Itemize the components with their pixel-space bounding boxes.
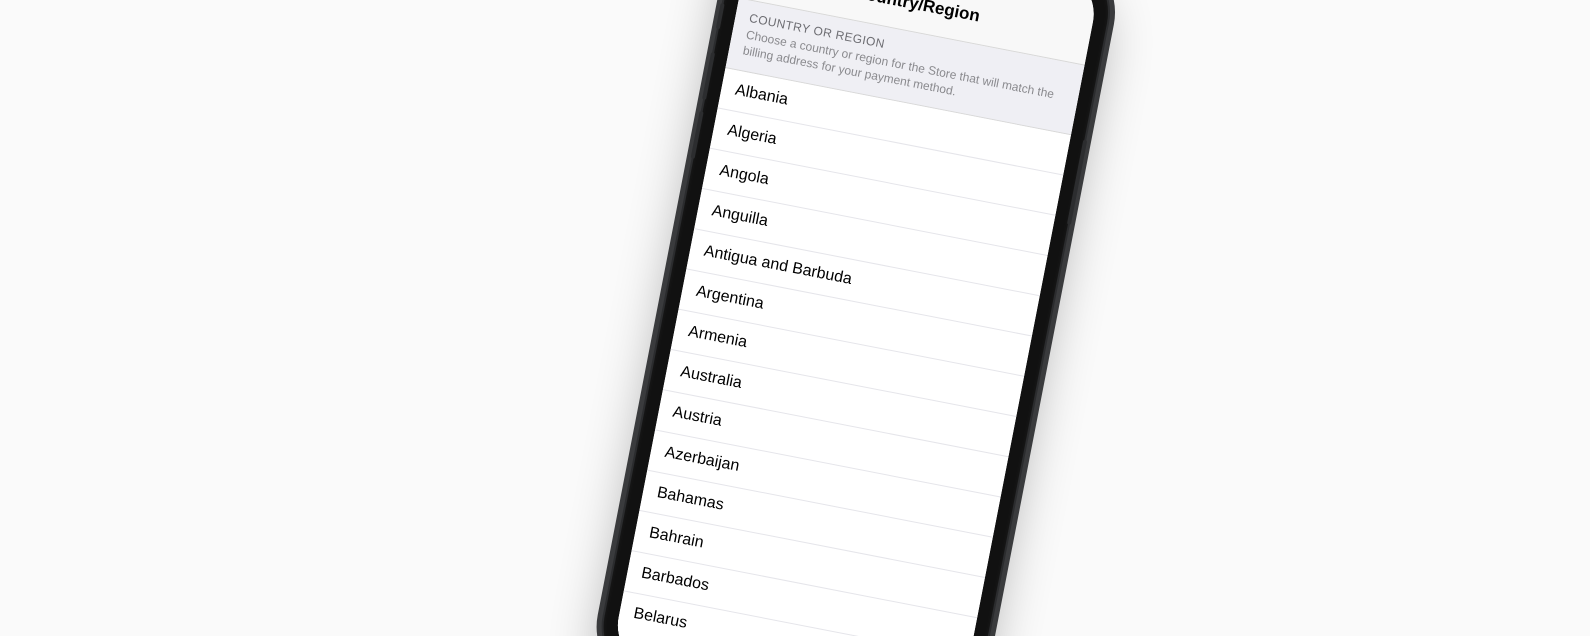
device-screen: Back Country/Region COUNTRY OR REGION Ch… [610, 0, 1101, 636]
phone-frame: Back Country/Region COUNTRY OR REGION Ch… [594, 0, 1118, 636]
screen-content[interactable]: COUNTRY OR REGION Choose a country or re… [610, 0, 1084, 636]
